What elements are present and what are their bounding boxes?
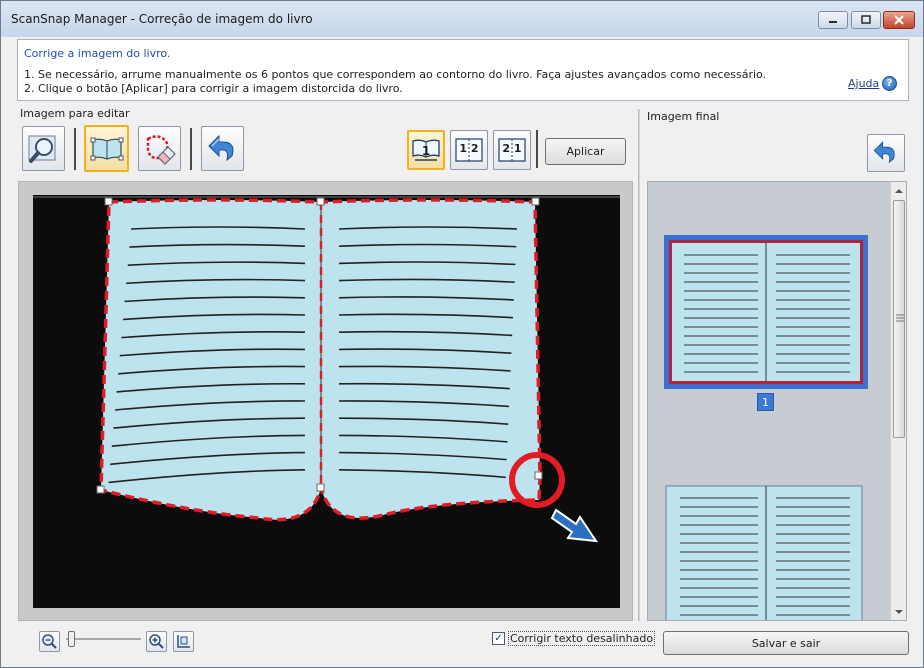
book-points-icon	[90, 137, 123, 160]
fit-to-window-button[interactable]	[173, 631, 194, 652]
contour-handle[interactable]	[316, 197, 325, 206]
instruction-step-1: 1. Se necessário, arrume manualmente os …	[24, 68, 767, 81]
toolbar-separator	[536, 130, 538, 168]
deskew-label[interactable]: Corrigir texto desalinhado	[508, 631, 656, 646]
mode-label: 2 1	[502, 142, 522, 155]
help-icon[interactable]: ?	[882, 76, 897, 91]
title-bar[interactable]: ScanSnap Manager - Correção de imagem do…	[1, 1, 923, 37]
zoom-slider-track[interactable]	[66, 638, 141, 640]
two-page-right-left-button[interactable]: 2 1	[493, 130, 531, 170]
two-page-left-right-button[interactable]: 1 2	[450, 130, 488, 170]
contour-handle[interactable]	[531, 197, 540, 206]
final-image-label: Imagem final	[647, 110, 720, 123]
zoom-view-button[interactable]	[22, 126, 65, 171]
toolbar-separator	[190, 128, 192, 170]
minimize-icon	[829, 21, 837, 23]
close-button[interactable]	[883, 11, 915, 29]
thumbnail-page-1	[664, 235, 868, 389]
undo-icon	[873, 141, 895, 164]
erase-finger-button[interactable]	[138, 126, 181, 171]
zoom-out-button[interactable]	[39, 631, 60, 652]
help-link[interactable]: Ajuda	[848, 77, 879, 90]
magnifier-icon	[28, 135, 55, 163]
final-undo-button[interactable]	[867, 134, 905, 172]
scroll-down-icon[interactable]	[892, 606, 906, 618]
close-icon	[894, 15, 904, 25]
undo-icon	[207, 134, 233, 161]
arrow-icon	[550, 508, 599, 543]
save-and-exit-button[interactable]: Salvar e sair	[663, 631, 909, 655]
book-correction-window: ScanSnap Manager - Correção de imagem do…	[0, 0, 924, 668]
window-title: ScanSnap Manager - Correção de imagem do…	[11, 12, 313, 26]
panel-splitter[interactable]	[638, 109, 640, 621]
zoom-in-icon	[149, 634, 164, 649]
toolbar-separator	[74, 128, 76, 170]
deskew-option[interactable]: ✓ Corrigir texto desalinhado	[492, 631, 656, 646]
undo-button[interactable]	[201, 126, 244, 171]
contour-handle[interactable]	[96, 485, 105, 494]
zoom-out-icon	[42, 634, 57, 649]
final-image-list[interactable]	[647, 181, 907, 627]
mode-label: 1	[421, 144, 431, 158]
mode-label: 1 2	[459, 142, 479, 155]
book-contour-overlay[interactable]	[19, 182, 634, 622]
thumbnail-page-2	[665, 485, 863, 627]
apply-button[interactable]: Aplicar	[545, 138, 626, 165]
single-page-mode-button[interactable]: 1	[407, 130, 445, 170]
contour-handle[interactable]	[104, 197, 113, 206]
final-scrollbar[interactable]	[890, 182, 906, 620]
edit-image-canvas[interactable]	[18, 181, 633, 621]
minimize-button[interactable]	[818, 11, 848, 29]
page-number-badge: 1	[757, 393, 774, 411]
instructions-heading: Corrige a imagem do livro.	[24, 47, 171, 60]
grip-icon	[896, 314, 904, 322]
edit-points-button[interactable]	[84, 125, 129, 172]
instructions-box: Corrige a imagem do livro. 1. Se necessá…	[17, 39, 909, 101]
zoom-slider-thumb[interactable]	[68, 631, 75, 647]
edit-image-label: Imagem para editar	[20, 107, 130, 120]
scroll-thumb[interactable]	[893, 200, 905, 438]
zoom-in-button[interactable]	[146, 631, 167, 652]
instruction-step-2: 2. Clique o botão [Aplicar] para corrigi…	[24, 82, 403, 95]
deskew-checkbox[interactable]: ✓	[492, 632, 505, 645]
maximize-icon	[861, 15, 871, 24]
eraser-icon	[146, 134, 176, 165]
contour-handle[interactable]	[316, 483, 325, 492]
fit-window-icon	[177, 635, 190, 648]
maximize-button[interactable]	[851, 11, 881, 29]
scroll-up-icon[interactable]	[892, 185, 906, 197]
contour-handle[interactable]	[534, 471, 543, 480]
